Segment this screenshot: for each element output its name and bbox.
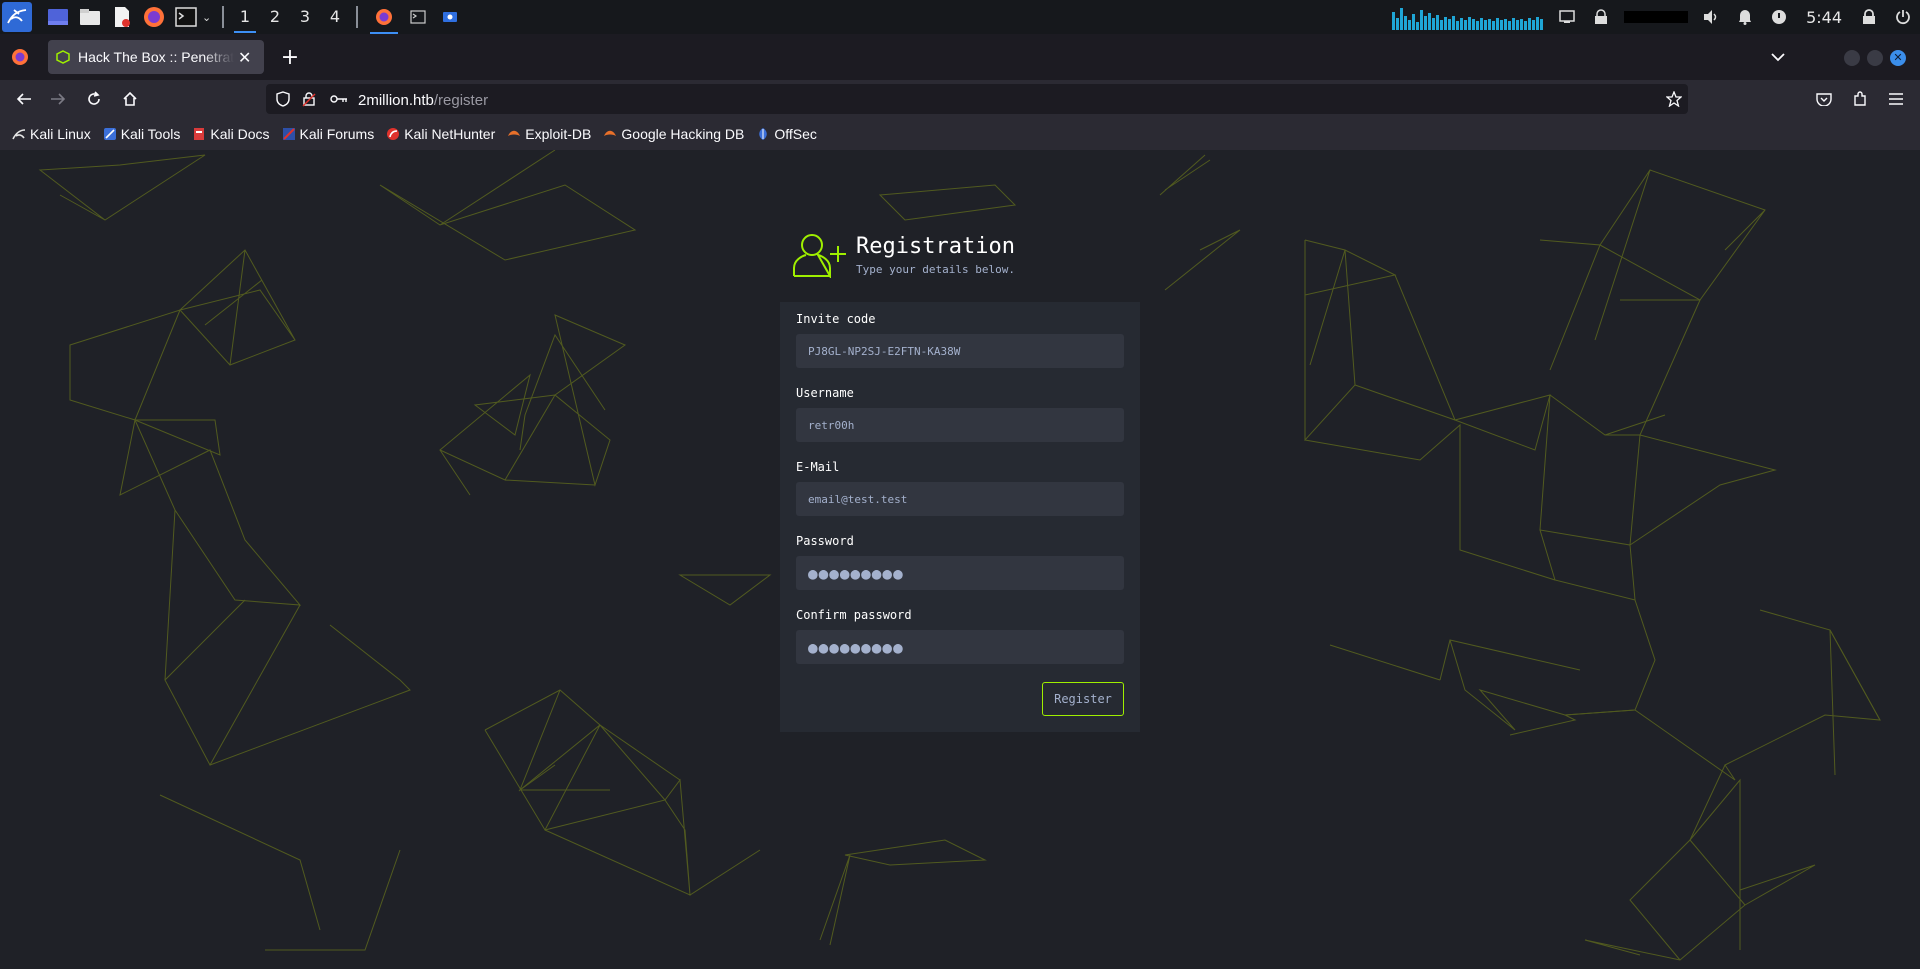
workspace-2[interactable]: 2 [260,0,290,34]
window-minimize-button[interactable] [1844,50,1860,66]
bookmark-kali-tools[interactable]: Kali Tools [103,126,181,142]
bookmark-label: Kali Docs [210,126,270,142]
bookmark-label: Kali Linux [30,126,91,142]
panel-separator [222,6,224,28]
nethunter-icon [386,127,400,141]
tab-hack-the-box[interactable]: Hack The Box :: Penetration Testing Labs… [48,40,264,74]
password-input[interactable] [796,556,1124,590]
bookmark-kali-forums[interactable]: Kali Forums [282,126,375,142]
browser-tab-bar: Hack The Box :: Penetration Testing Labs… [0,34,1920,80]
page-subtitle: Type your details below. [856,263,1015,276]
bookmark-star-icon[interactable] [1665,90,1683,111]
notification-bell-icon[interactable] [1728,0,1762,34]
email-input[interactable] [796,482,1124,516]
bookmark-label: Exploit-DB [525,126,592,142]
confirm-password-input[interactable] [796,630,1124,664]
new-tab-button[interactable]: + [274,41,306,73]
htb-favicon-icon [56,50,70,64]
display-icon[interactable] [1550,0,1584,34]
firefox-window-icon[interactable] [368,3,400,34]
bookmark-exploit-db[interactable]: Exploit-DB [507,126,591,142]
speaker-icon[interactable] [1694,0,1728,34]
email-label: E-Mail [796,460,840,474]
clock[interactable]: 5:44 [1796,8,1852,27]
invite-code-input[interactable] [796,334,1124,368]
bookmark-label: Kali Forums [299,126,375,142]
pocket-icon[interactable] [1808,83,1840,115]
url-path: /register [433,91,489,109]
ghdb-icon [603,127,617,141]
tracking-shield-icon[interactable] [276,91,292,107]
username-label: Username [796,386,854,400]
bookmark-offsec[interactable]: OffSec [756,126,817,142]
firefox-launcher-icon[interactable] [140,3,168,31]
bookmark-label: Kali NetHunter [404,126,496,142]
registration-form: Invite code Username E-Mail Password Con… [780,302,1140,732]
insecure-lock-icon[interactable] [302,91,318,107]
show-desktop-icon[interactable] [44,3,72,31]
kali-forums-icon [282,127,296,141]
workspace-3[interactable]: 3 [290,0,320,34]
back-button-icon[interactable] [8,83,40,115]
volume-level-bar[interactable] [1624,11,1689,23]
kali-dragon-icon [12,127,26,141]
screenshot-window-icon[interactable] [436,3,464,31]
bookmark-google-hacking-db[interactable]: Google Hacking DB [603,126,744,142]
username-input[interactable] [796,408,1124,442]
app-menu-icon[interactable] [1880,83,1912,115]
page-viewport: Registration Type your details below. In… [0,150,1920,969]
bookmark-kali-linux[interactable]: Kali Linux [12,126,91,142]
panel-separator [356,6,358,28]
add-user-icon [792,232,846,278]
bookmark-label: Google Hacking DB [621,126,745,142]
bookmark-kali-nethunter[interactable]: Kali NetHunter [386,126,495,142]
firefox-view-icon[interactable] [4,41,36,73]
cpu-graph-icon [1392,4,1544,30]
offsec-icon [756,127,770,141]
bookmark-label: OffSec [774,126,817,142]
url-text[interactable]: 2million.htb/register [358,90,488,109]
kali-tools-icon [103,127,117,141]
password-label: Password [796,534,854,548]
kali-menu-icon[interactable] [2,2,32,32]
url-host: 2million.htb [358,91,434,109]
address-bar[interactable]: 2million.htb/register [266,84,1688,114]
invite-code-label: Invite code [796,312,876,326]
browser-nav-bar: 2million.htb/register [0,80,1920,118]
register-button[interactable]: Register [1042,682,1124,716]
bookmarks-toolbar: Kali Linux Kali Tools Kali Docs Kali For… [0,118,1920,150]
kali-docs-icon [192,127,206,141]
list-all-tabs-icon[interactable] [1762,41,1794,73]
bookmark-label: Kali Tools [120,126,181,142]
text-editor-icon[interactable] [108,3,136,31]
home-icon[interactable] [114,83,146,115]
workspace-1[interactable]: 1 [230,0,260,34]
chevron-down-icon[interactable]: ⌄ [202,11,216,24]
registration-header: Registration Type your details below. [792,232,1015,278]
page-title: Registration [856,234,1015,259]
confirm-password-label: Confirm password [796,608,912,622]
vpn-lock-icon[interactable] [1584,0,1618,34]
terminal-launcher-icon[interactable] [172,3,200,31]
file-manager-icon[interactable] [76,3,104,31]
power-status-icon[interactable] [1762,0,1796,34]
window-maximize-button[interactable] [1867,50,1883,66]
top-panel: ⌄ 1 2 3 4 5:44 [0,0,1920,34]
workspace-4[interactable]: 4 [320,0,350,34]
bookmark-kali-docs[interactable]: Kali Docs [192,126,270,142]
forward-button-icon[interactable] [42,83,74,115]
exploit-db-icon [507,127,521,141]
reload-icon[interactable] [78,83,110,115]
close-tab-icon[interactable]: ✕ [238,48,251,67]
logout-icon[interactable] [1886,0,1920,34]
lock-screen-icon[interactable] [1852,0,1886,34]
tab-title: Hack The Box :: Penetration Testing Labs [78,49,234,65]
window-close-button[interactable]: ✕ [1890,50,1906,66]
extensions-icon[interactable] [1844,83,1876,115]
terminal-window-icon[interactable] [404,3,432,31]
key-icon[interactable] [330,93,348,105]
